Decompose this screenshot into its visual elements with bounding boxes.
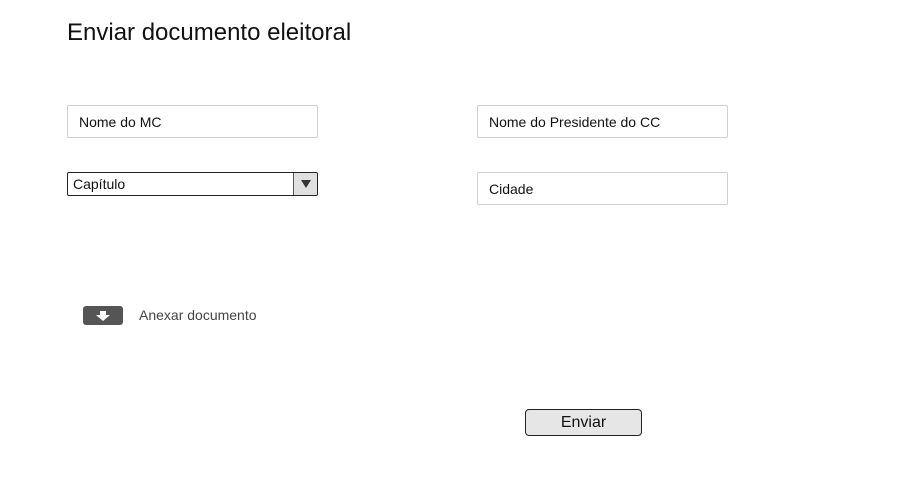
chapter-select-toggle[interactable] — [293, 173, 317, 195]
city-field[interactable] — [477, 172, 728, 205]
chapter-select[interactable]: Capítulo — [67, 172, 318, 196]
submit-button[interactable]: Enviar — [525, 409, 642, 436]
mc-name-field[interactable] — [67, 105, 318, 138]
chevron-down-icon — [301, 180, 311, 188]
president-name-field[interactable] — [477, 105, 728, 138]
chapter-select-value: Capítulo — [73, 176, 126, 192]
arrow-head — [96, 314, 110, 321]
attach-document-label: Anexar documento — [139, 307, 257, 323]
page-title: Enviar documento eleitoral — [67, 19, 352, 46]
download-arrow-icon[interactable] — [83, 305, 123, 325]
attach-document-button[interactable]: Anexar documento — [83, 305, 257, 325]
